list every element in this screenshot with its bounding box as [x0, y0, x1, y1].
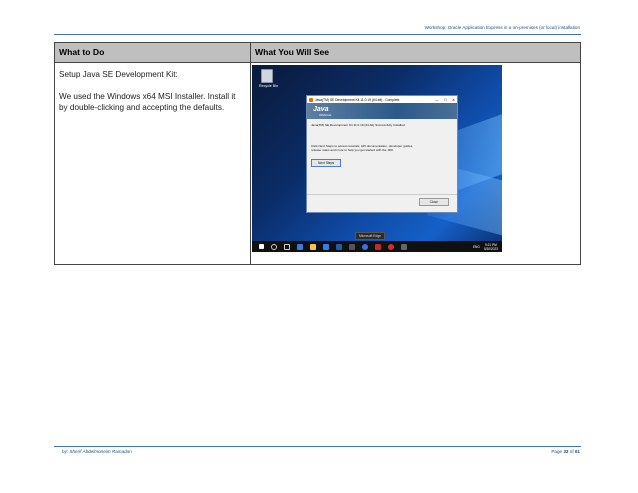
close-icon: ✕ — [451, 97, 455, 102]
table-row: Setup Java SE Development Kit: We used t… — [54, 62, 581, 265]
app-icon — [401, 243, 407, 250]
taskbar: ENG 9:21 PM 5/30/2023 — [252, 241, 502, 252]
recycle-bin-icon — [261, 69, 273, 83]
java-logo-subtext: ORACLE — [319, 113, 332, 117]
search-icon — [271, 243, 277, 250]
tray-clock: 9:21 PM 5/30/2023 — [484, 243, 498, 251]
desktop-screenshot: Recycle Bin Java(TM) SE Development Kit … — [252, 65, 502, 252]
close-button: Close — [418, 198, 449, 206]
dialog-title: Java(TM) SE Development Kit 11.0.19 (64-… — [315, 97, 400, 102]
dialog-titlebar: Java(TM) SE Development Kit 11.0.19 (64-… — [307, 96, 457, 103]
instruction-cell: Setup Java SE Development Kit: We used t… — [54, 62, 251, 265]
column-header-what-you-will-see: What You Will See — [250, 42, 581, 63]
minimize-icon: — — [435, 97, 439, 102]
footer-page-number: Page 33 of 61 — [551, 449, 580, 454]
page-prefix: Page — [551, 449, 564, 454]
page-total: 61 — [574, 449, 580, 454]
dialog-body: Java(TM) SE Development Kit 11.0.19 (64-… — [307, 119, 457, 171]
page-header: Workshop: Oracle Application Express in … — [424, 25, 580, 30]
java-logo: Java ORACLE — [313, 106, 331, 117]
app-icon — [349, 243, 355, 250]
next-steps-button: Next Steps — [311, 158, 342, 167]
success-message: Java(TM) SE Development Kit 11.0.19 (64-… — [311, 123, 405, 127]
system-tray: ENG 9:21 PM 5/30/2023 — [473, 243, 498, 251]
header-rule — [54, 34, 581, 35]
store-icon — [323, 243, 329, 250]
media-icon — [375, 243, 381, 250]
footer-author: by: Sherif Abdelmoneim Ramadan — [62, 449, 132, 454]
maximize-icon: ☐ — [443, 97, 447, 102]
next-steps-message: Click Next Steps to access tutorials, AP… — [311, 144, 414, 153]
column-header-what-to-do: What to Do — [54, 42, 251, 63]
java-logo-text: Java — [313, 106, 329, 113]
recycle-bin: Recycle Bin — [259, 69, 278, 88]
java-banner: Java ORACLE — [307, 103, 457, 119]
clock-date: 5/30/2023 — [483, 247, 498, 251]
instruction-table: What to Do What You Will See Setup Java … — [54, 42, 581, 265]
java-taskbar-icon — [388, 243, 394, 250]
java-cup-icon — [309, 97, 313, 102]
instruction-title: Setup Java SE Development Kit: — [59, 70, 178, 79]
tray-lang: ENG — [472, 245, 480, 249]
windows-start-icon — [259, 244, 264, 249]
task-view-icon — [284, 243, 290, 250]
instruction-body: We used the Windows x64 MSI Installer. I… — [59, 91, 236, 113]
file-explorer-icon — [310, 243, 316, 250]
screenshot-cell: Recycle Bin Java(TM) SE Development Kit … — [250, 62, 581, 265]
table-header-row: What to Do What You Will See — [54, 42, 581, 63]
taskbar-tooltip: Microsoft Edge — [355, 232, 385, 240]
browser-icon — [362, 243, 368, 250]
terminal-icon — [336, 243, 342, 250]
recycle-bin-label: Recycle Bin — [259, 84, 278, 88]
footer-rule — [54, 446, 581, 447]
edge-icon — [297, 243, 303, 250]
installer-dialog: Java(TM) SE Development Kit 11.0.19 (64-… — [306, 95, 458, 213]
dialog-divider — [307, 194, 457, 195]
